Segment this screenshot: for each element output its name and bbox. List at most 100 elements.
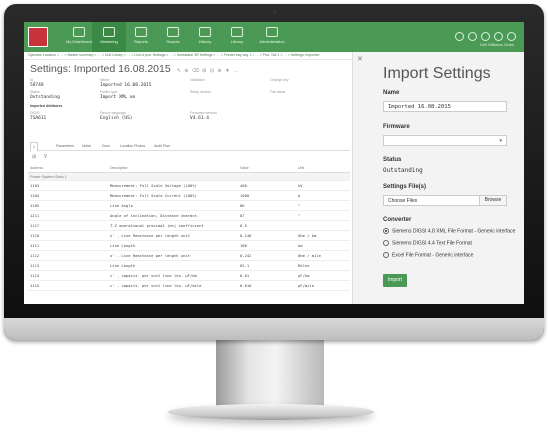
cell-unit: Ohm / mile (296, 250, 350, 261)
bell-icon[interactable] (494, 32, 503, 41)
cell-description: T-Z operational proximal (ms) coefficien… (108, 220, 238, 231)
cell-address: 1117 (28, 220, 108, 231)
table-row[interactable]: 1117 T-Z operational proximal (ms) coeffi… (28, 220, 350, 231)
name-label: Name (383, 90, 400, 96)
col-unit[interactable]: Unit (296, 164, 350, 173)
nav-history[interactable]: History (188, 22, 222, 52)
monitor-stand-base (168, 404, 374, 420)
tab-docs[interactable]: Docs (102, 142, 110, 150)
converter-option-digsi44[interactable]: Siemens DIGSI 4.4 Text File Format (383, 240, 472, 246)
prop-id: Id 58748 (30, 78, 44, 88)
table-row[interactable]: 1104 Measurement: Full Scale Current (100… (28, 190, 350, 201)
prop-validation: Validation (190, 78, 206, 82)
nav-administration[interactable]: Administration (252, 22, 292, 52)
tag-icon[interactable] (468, 32, 477, 41)
table-row[interactable]: 1114 c' - capacit. per unit line len. µF/… (28, 270, 350, 281)
nav-scopes[interactable]: Scopes (156, 22, 190, 52)
col-address[interactable]: Address (28, 164, 108, 173)
settings-detail-view: Operator Location > … > Master summary >… (24, 52, 352, 304)
cell-description: c' - capacit. per unit line len. µF/km (108, 270, 238, 281)
user-icon[interactable] (455, 32, 464, 41)
panel-title: Import Settings (383, 65, 491, 82)
cell-address: 1115 (28, 280, 108, 291)
monitor-chin (4, 318, 544, 340)
table-row[interactable]: 1112 x' - Line Reactance per length unit 0… (28, 250, 350, 261)
cell-description: Line Angle (108, 200, 238, 211)
tab-notes[interactable]: Notes (82, 142, 91, 150)
cell-unit: kV (296, 180, 350, 191)
firmware-select[interactable]: ▾ (383, 135, 507, 146)
tab-parameters[interactable]: Parameters (56, 142, 74, 150)
prop-change-key: Change key (270, 78, 289, 82)
prop-firmware-version: Firmware version V4.61.4 (190, 111, 217, 121)
col-description[interactable]: Description (108, 164, 238, 173)
user-name[interactable]: Dell Williams Gram (480, 42, 514, 47)
admin-icon (266, 27, 278, 37)
table-row[interactable]: 1103 Measurement: Full Scale Voltage (100… (28, 180, 350, 191)
filter-icon[interactable]: ⊽ (44, 154, 51, 160)
cell-value: 62.1 (238, 260, 296, 271)
radio-selected-icon (383, 228, 389, 234)
nav-dashboard[interactable]: My Dashboard (62, 22, 96, 52)
cell-address: 1211 (28, 210, 108, 221)
settings-table: Address Description Value Unit Power Sys… (28, 164, 350, 291)
properties-grid: Id 58748 Name Imported 16.08.2015 Validati… (30, 78, 350, 136)
title-toolbar[interactable]: ✎ ⊕ ⌫ ⊞ ⊟ ⊕ ▼ … (177, 68, 240, 74)
app-logo[interactable] (28, 27, 48, 47)
mail-icon[interactable] (507, 32, 516, 41)
cell-description: x' - Line Reactance per length unit (108, 250, 238, 261)
table-toolbar: ⊞ ⊽ (32, 154, 50, 160)
cell-address: 1103 (28, 180, 108, 191)
close-icon[interactable]: ✕ (357, 55, 363, 63)
converter-option-excel[interactable]: Excel File Format - Generic interface (383, 252, 473, 258)
status-value: Outstanding (383, 167, 423, 174)
browse-button[interactable]: Browse (479, 196, 506, 205)
library-icon (231, 27, 243, 37)
cell-unit (296, 220, 350, 231)
table-row[interactable]: 1111 Line Length 100 km (28, 240, 350, 251)
org-icon (103, 27, 115, 37)
tab-audit-plan[interactable]: Audit Plan (154, 142, 170, 150)
detail-tabs: 1 Parameters Notes Docs Location Photos … (30, 140, 350, 152)
converter-option-digsi48[interactable]: Siemens DIGSI 4.8 XML File Format - Gene… (383, 228, 515, 234)
table-row[interactable]: 1105 Line Angle 86 ° (28, 200, 350, 211)
prop-device-language: Device language English (US) (100, 111, 133, 121)
expand-icon[interactable]: ⊞ (32, 154, 39, 160)
prop-imported-attributes: Imported Attributes (30, 104, 63, 108)
import-button[interactable]: Import (383, 274, 407, 287)
cell-description: Measurement: Full Scale Voltage (100%) (108, 180, 238, 191)
cell-description: Line Length (108, 260, 238, 271)
col-value[interactable]: Value (238, 164, 296, 173)
scope-icon (167, 27, 179, 37)
cell-unit: km (296, 240, 350, 251)
nav-mastering[interactable]: Mastering (92, 22, 126, 52)
name-input[interactable]: Imported 16.08.2015 (383, 101, 507, 112)
flag-icon[interactable] (481, 32, 490, 41)
tab-1[interactable]: 1 (30, 142, 38, 152)
app-screen: My Dashboard Mastering Reports Scopes Hi… (24, 22, 524, 304)
status-label: Status (383, 157, 402, 163)
table-row[interactable]: 1113 Line Length 62.1 Miles (28, 260, 350, 271)
tab-location-photos[interactable]: Location Photos (120, 142, 145, 150)
prop-digsi: DIGSI 7SA611 (30, 111, 47, 121)
page-title: Settings: Imported 16.08.2015 ✎ ⊕ ⌫ ⊞ ⊟ ⊕… (24, 60, 352, 76)
prop-status: Status Outstanding (30, 90, 60, 100)
file-picker[interactable]: Choose Files Browse (383, 195, 507, 206)
cell-unit: µF/km (296, 270, 350, 281)
table-row[interactable]: 1211 Angle of inclination, Distance chara… (28, 210, 350, 221)
cell-unit: ° (296, 210, 350, 221)
radio-icon (383, 240, 389, 246)
nav-library[interactable]: Library (220, 22, 254, 52)
cell-value: 400 (238, 180, 296, 191)
chevron-down-icon: ▾ (499, 138, 502, 144)
nav-reports[interactable]: Reports (124, 22, 158, 52)
cell-description: x' - Line Reactance per length unit (108, 230, 238, 241)
breadcrumb[interactable]: Operator Location > … > Master summary >… (24, 52, 352, 60)
table-header-row: Address Description Value Unit (28, 164, 350, 173)
table-group-row[interactable]: Power System Data 1 (28, 172, 350, 181)
table-row[interactable]: 1110 x' - Line Reactance per length unit 0… (28, 230, 350, 241)
table-row[interactable]: 1115 c' - capacit. per unit line len. µF/… (28, 280, 350, 291)
cell-value: 0.5 (238, 220, 296, 231)
group-label: Power System Data 1 (28, 172, 350, 181)
cell-description: Measurement: Full Scale Current (100%) (108, 190, 238, 201)
